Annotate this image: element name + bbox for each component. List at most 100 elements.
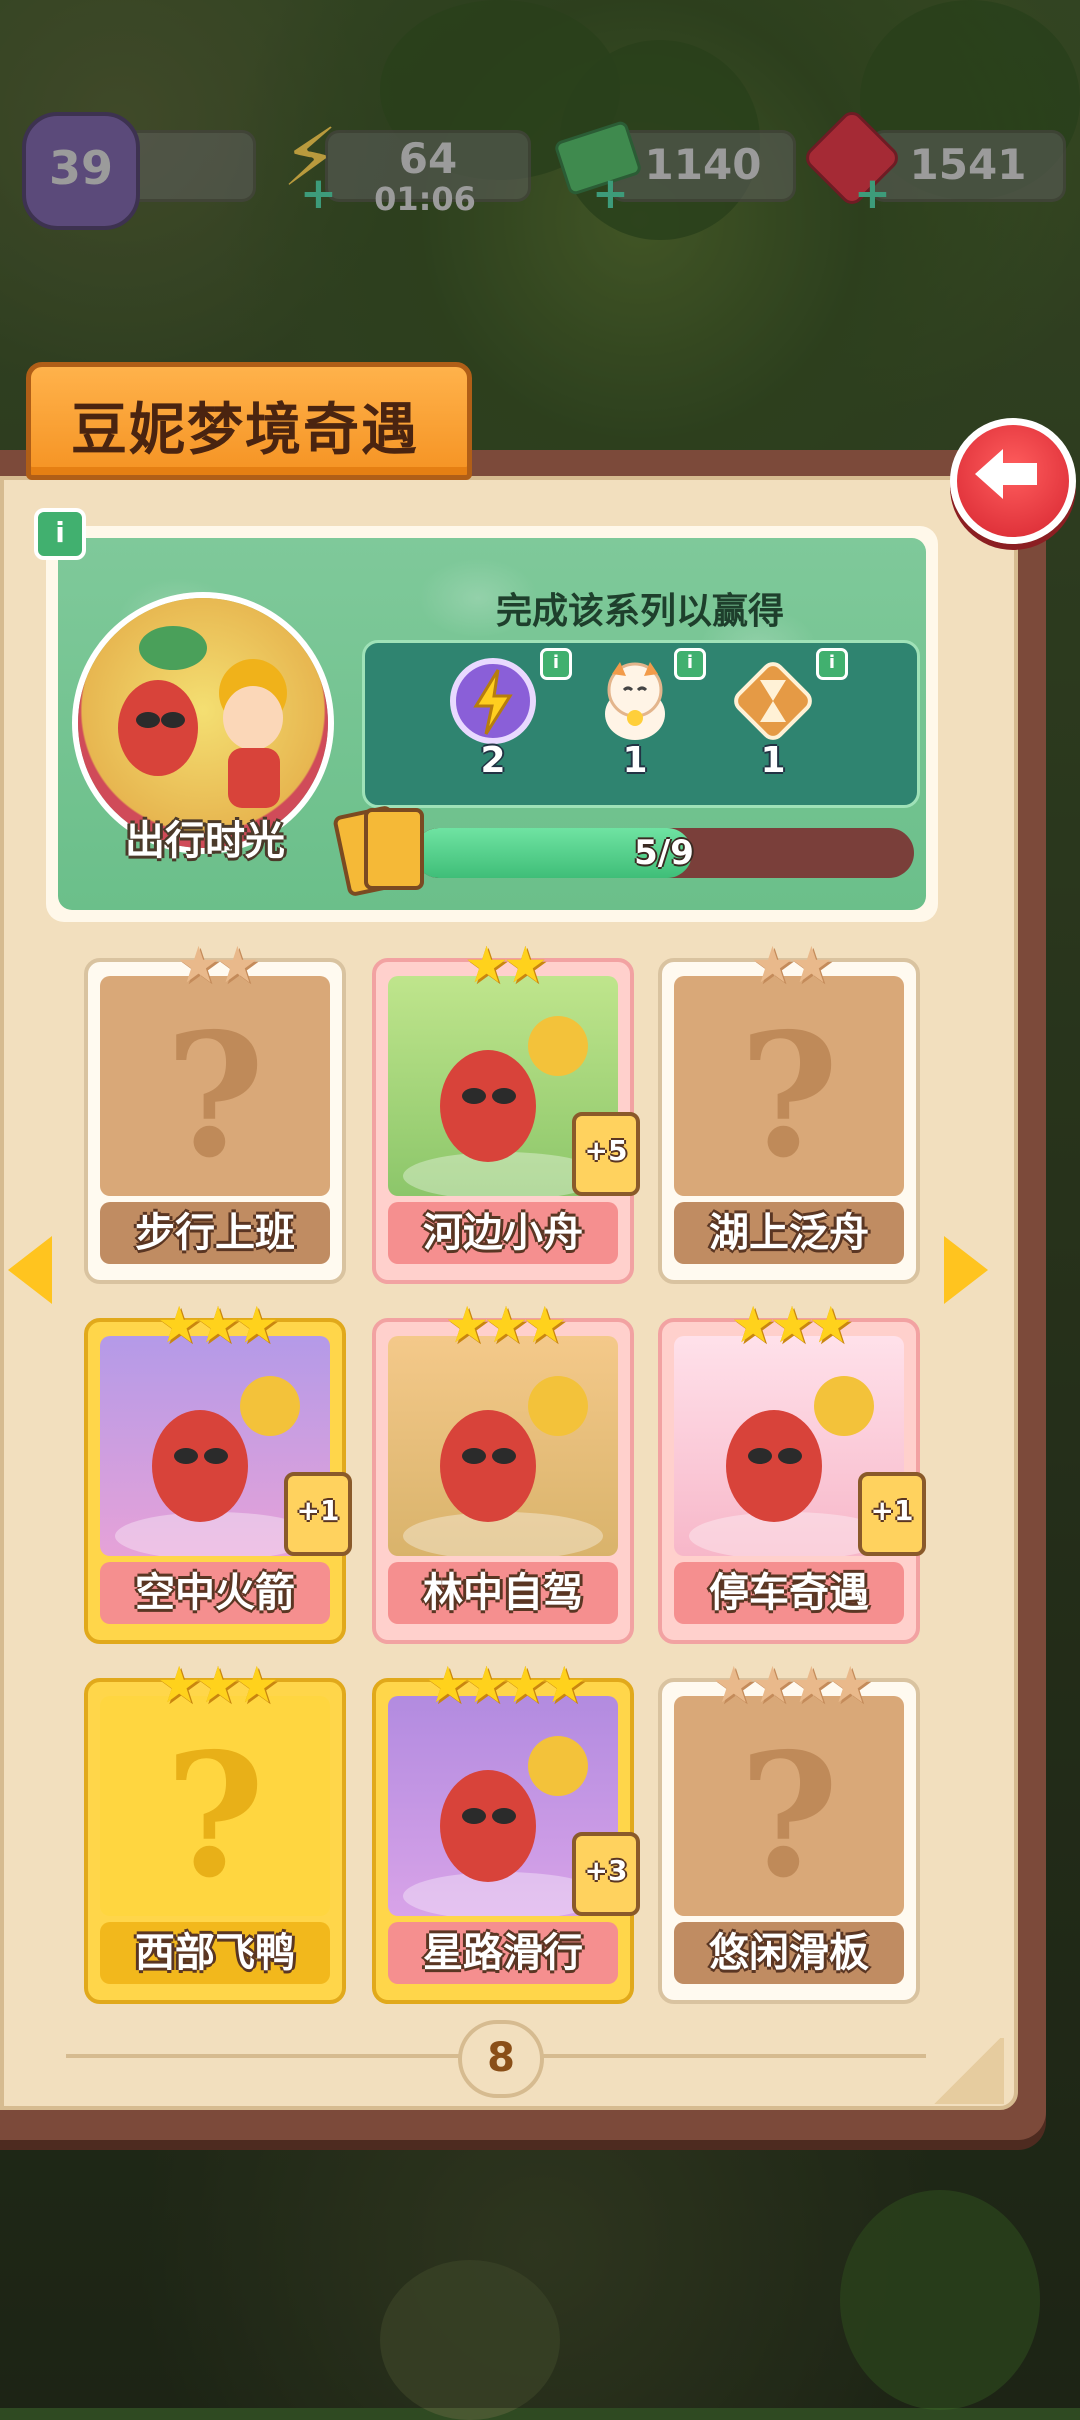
- question-mark-icon: ?: [739, 1716, 839, 1916]
- card-stars: ★★: [376, 940, 630, 990]
- locked-card-art: ?: [100, 1696, 330, 1916]
- card-stars: ★★: [662, 940, 916, 990]
- back-button[interactable]: [950, 418, 1076, 544]
- card-name: 步行上班: [100, 1202, 330, 1264]
- album-card[interactable]: 停车奇遇 ★★★ +1: [658, 1300, 926, 1644]
- star-icon: ★: [711, 1656, 756, 1714]
- album-title-tab: 豆妮梦境奇遇: [26, 362, 472, 480]
- star-icon: ★: [789, 936, 834, 994]
- energy-value: 64: [398, 134, 458, 183]
- reward-title: 完成该系列以赢得: [495, 591, 784, 632]
- locked-card-art: ?: [674, 976, 904, 1196]
- star-icon: ★: [730, 1296, 776, 1354]
- add-gems-icon[interactable]: +: [854, 168, 891, 219]
- add-energy-icon[interactable]: +: [300, 168, 337, 219]
- star-icon: ★: [215, 936, 260, 994]
- card-name: 西部飞鸭: [100, 1922, 330, 1984]
- card-stars: ★★★: [662, 1300, 916, 1350]
- card-stars: ★★★: [88, 1660, 342, 1710]
- hourglass-icon: [734, 662, 812, 740]
- star-icon: ★: [483, 1296, 529, 1354]
- next-page-arrow[interactable]: [944, 1236, 988, 1304]
- card-art: [388, 1336, 618, 1556]
- reward-info-button[interactable]: i: [674, 648, 706, 680]
- star-icon: ★: [234, 1656, 279, 1714]
- album-card[interactable]: ? 湖上泛舟 ★★: [658, 940, 920, 1284]
- card-name: 星路滑行: [388, 1922, 618, 1984]
- reward-lightning[interactable]: 2 i: [448, 648, 572, 781]
- star-icon: ★: [789, 1656, 834, 1714]
- page-curl: [930, 2038, 1004, 2104]
- lightning-orb-icon: [450, 658, 536, 744]
- star-icon: ★: [464, 1656, 509, 1714]
- star-icon: ★: [503, 1656, 548, 1714]
- album-title: 豆妮梦境奇遇: [71, 398, 419, 463]
- add-cash-icon[interactable]: +: [592, 168, 629, 219]
- question-mark-icon: ?: [165, 1716, 265, 1916]
- star-icon: ★: [234, 1296, 279, 1354]
- star-icon: ★: [503, 936, 548, 994]
- card-name: 林中自驾: [388, 1562, 618, 1624]
- duplicate-count-badge: +3: [572, 1832, 640, 1916]
- reward-count: 1: [622, 740, 648, 781]
- level-badge: 39: [22, 112, 140, 230]
- album-card[interactable]: ? 步行上班 ★★: [84, 940, 346, 1284]
- card-stars: ★★★★: [376, 1660, 630, 1710]
- series-info-button[interactable]: i: [34, 508, 86, 560]
- arrow-left-icon: [975, 449, 1037, 499]
- card-name: 河边小舟: [388, 1202, 618, 1264]
- locked-card-art: ?: [674, 1696, 904, 1916]
- star-icon: ★: [827, 1656, 873, 1714]
- card-stars: ★★: [88, 940, 342, 990]
- star-icon: ★: [808, 1296, 853, 1354]
- star-icon: ★: [156, 1656, 202, 1714]
- album-card[interactable]: 星路滑行 ★★★★ +3: [372, 1660, 640, 2004]
- card-stars: ★★★: [88, 1300, 342, 1350]
- prev-page-arrow[interactable]: [8, 1236, 52, 1304]
- level-value: 39: [48, 141, 113, 195]
- card-name: 悠闲滑板: [674, 1922, 904, 1984]
- reward-info-button[interactable]: i: [816, 648, 848, 680]
- gem-bar[interactable]: 1541: [870, 130, 1066, 202]
- energy-timer: 01:06: [374, 180, 476, 218]
- star-icon: ★: [522, 1296, 567, 1354]
- star-icon: ★: [195, 1656, 241, 1714]
- page-number: 8: [458, 2020, 544, 2098]
- star-icon: ★: [464, 936, 509, 994]
- card-name: 湖上泛舟: [674, 1202, 904, 1264]
- star-icon: ★: [444, 1296, 490, 1354]
- card-name: 空中火箭: [100, 1562, 330, 1624]
- lucky-cat-icon: [605, 662, 665, 740]
- character-illustration-icon: [403, 1376, 603, 1556]
- card-stars: ★★★: [376, 1300, 630, 1350]
- star-icon: ★: [769, 1296, 815, 1354]
- star-icon: ★: [195, 1296, 241, 1354]
- album-card[interactable]: 林中自驾 ★★★: [372, 1300, 634, 1644]
- album-card[interactable]: 河边小舟 ★★ +5: [372, 940, 640, 1284]
- reward-count: 2: [480, 740, 506, 781]
- star-icon: ★: [176, 936, 221, 994]
- duplicate-count-badge: +1: [858, 1472, 926, 1556]
- question-mark-icon: ?: [739, 996, 839, 1196]
- series-name: 出行时光: [125, 818, 285, 864]
- star-icon: ★: [541, 1656, 587, 1714]
- reward-info-button[interactable]: i: [540, 648, 572, 680]
- locked-card-art: ?: [100, 976, 330, 1196]
- series-progress-text: 5/9: [634, 833, 694, 873]
- reward-lucky-cat[interactable]: 1 i: [590, 648, 706, 781]
- reward-hourglass[interactable]: 1 i: [728, 648, 848, 781]
- star-icon: ★: [425, 1656, 470, 1714]
- card-stack-icon: [332, 804, 428, 898]
- card-name: 停车奇遇: [674, 1562, 904, 1624]
- album-card[interactable]: ? 西部飞鸭 ★★★: [84, 1660, 346, 2004]
- question-mark-icon: ?: [165, 996, 265, 1196]
- star-icon: ★: [750, 1656, 795, 1714]
- album-card[interactable]: ? 悠闲滑板 ★★★★: [658, 1660, 920, 2004]
- cash-value: 1140: [644, 140, 762, 189]
- star-icon: ★: [750, 936, 795, 994]
- album-card[interactable]: 空中火箭 ★★★ +1: [84, 1300, 352, 1644]
- duplicate-count-badge: +1: [284, 1472, 352, 1556]
- duplicate-count-badge: +5: [572, 1112, 640, 1196]
- star-icon: ★: [156, 1296, 202, 1354]
- reward-count: 1: [760, 740, 786, 781]
